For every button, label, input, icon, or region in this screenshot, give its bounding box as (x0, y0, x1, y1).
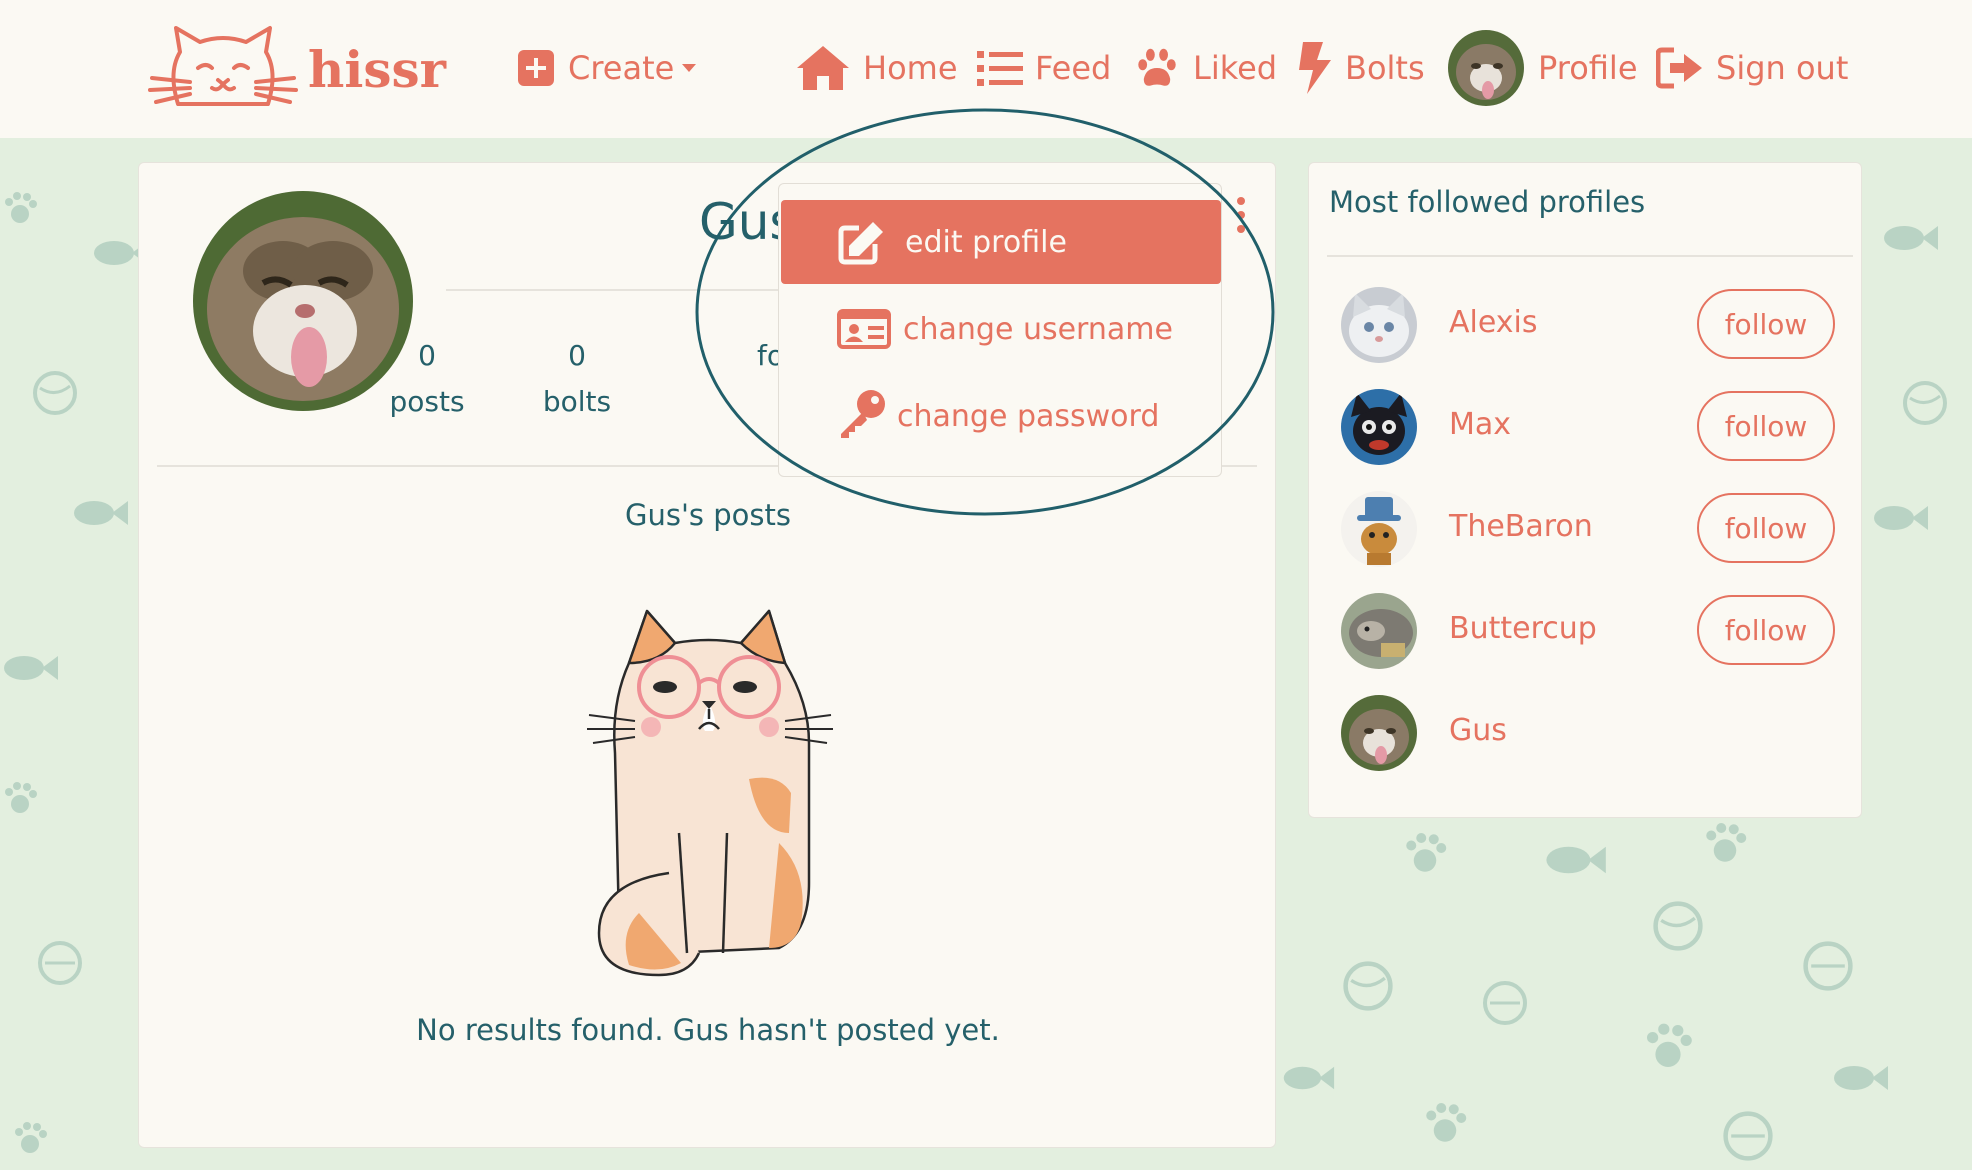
nav-create-dropdown[interactable]: Create (516, 38, 697, 98)
fish-icon (4, 656, 58, 680)
profile-name[interactable]: Buttercup (1449, 611, 1597, 646)
nav-create-label: Create (568, 49, 675, 87)
list-icon (977, 51, 1023, 86)
paw-print-icon (5, 192, 37, 223)
empty-state-message: No results found. Gus hasn't posted yet. (416, 1013, 1000, 1047)
follow-button[interactable]: follow (1697, 289, 1835, 359)
paw-print-icon (1426, 1103, 1467, 1142)
stat-bolts-label: bolts (542, 385, 612, 418)
plus-square-icon (518, 50, 554, 86)
nav-home-link[interactable]: Home (795, 38, 958, 98)
profile-list-item: Buttercup follow (1341, 591, 1841, 671)
stat-posts-label: posts (389, 385, 465, 418)
nav-bolts-link[interactable]: Bolts (1297, 38, 1425, 98)
bell-ball-icon (1803, 941, 1853, 991)
brand-logo[interactable]: hissr (148, 22, 446, 116)
home-icon (797, 46, 849, 90)
profile-list-item: Max follow (1341, 387, 1841, 467)
paw-icon (1138, 48, 1176, 86)
most-followed-title: Most followed profiles (1329, 185, 1646, 219)
nav-sign-out-label: Sign out (1716, 49, 1849, 87)
paw-print-icon (5, 782, 37, 813)
yarn-ball-icon (33, 371, 77, 415)
nav-profile-label: Profile (1538, 49, 1638, 87)
nav-avatar (1448, 30, 1524, 106)
profile-name[interactable]: Alexis (1449, 305, 1538, 340)
stat-bolts-value: 0 (568, 339, 586, 372)
bell-ball-icon (1483, 981, 1527, 1025)
paw-print-icon (1706, 823, 1747, 862)
nav-feed-label: Feed (1035, 49, 1112, 87)
paw-print-icon (1647, 1023, 1692, 1067)
follow-button[interactable]: follow (1697, 595, 1835, 665)
stat-posts: 0 posts (377, 333, 477, 425)
yarn-ball-icon (1903, 381, 1947, 425)
nav-sign-out-link[interactable]: Sign out (1656, 38, 1848, 98)
sidebar-divider (1327, 255, 1853, 257)
cat-face-logo-icon (148, 26, 298, 106)
yarn-ball-icon (1653, 901, 1703, 951)
yarn-ball-icon (1343, 961, 1393, 1011)
nav-home-label: Home (863, 49, 958, 87)
highlight-circle-annotation (695, 108, 1275, 516)
avatar[interactable] (1341, 593, 1417, 669)
profile-list-item: Alexis follow (1341, 285, 1841, 365)
empty-state-cat-illustration (559, 603, 859, 987)
brand-name: hissr (308, 39, 446, 99)
stat-posts-value: 0 (418, 339, 436, 372)
avatar[interactable] (1341, 695, 1417, 771)
nav-feed-link[interactable]: Feed (977, 38, 1111, 98)
fish-icon (1283, 1066, 1335, 1090)
avatar[interactable] (1341, 287, 1417, 363)
profile-name[interactable]: Max (1449, 407, 1511, 442)
bell-ball-icon (38, 941, 82, 985)
sign-out-icon (1656, 47, 1702, 89)
paw-print-icon (15, 1122, 47, 1153)
profile-name[interactable]: TheBaron (1449, 509, 1593, 544)
fish-icon (1546, 846, 1606, 874)
nav-profile-link[interactable]: Profile (1448, 30, 1638, 106)
follow-button[interactable]: follow (1697, 493, 1835, 563)
nav-bolts-label: Bolts (1345, 49, 1425, 87)
profile-list-item: Gus (1341, 693, 1841, 773)
bell-ball-icon (1723, 1111, 1773, 1161)
fish-icon (1874, 506, 1928, 530)
chevron-down-icon (682, 64, 697, 72)
profile-name[interactable]: Gus (1449, 713, 1507, 748)
avatar[interactable] (1341, 389, 1417, 465)
most-followed-profiles-card: Most followed profiles Alexis follow Max… (1308, 162, 1862, 818)
nav-liked-label: Liked (1193, 49, 1278, 87)
nav-liked-link[interactable]: Liked (1133, 38, 1277, 98)
stat-bolts: 0 bolts (527, 333, 627, 425)
fish-icon (74, 501, 128, 525)
avatar[interactable] (1341, 491, 1417, 567)
follow-button[interactable]: follow (1697, 391, 1835, 461)
fish-icon (1834, 1066, 1888, 1090)
paw-print-icon (1406, 833, 1447, 872)
fish-icon (1884, 226, 1938, 250)
lightning-bolt-icon (1299, 42, 1331, 94)
profile-list-item: TheBaron follow (1341, 489, 1841, 569)
